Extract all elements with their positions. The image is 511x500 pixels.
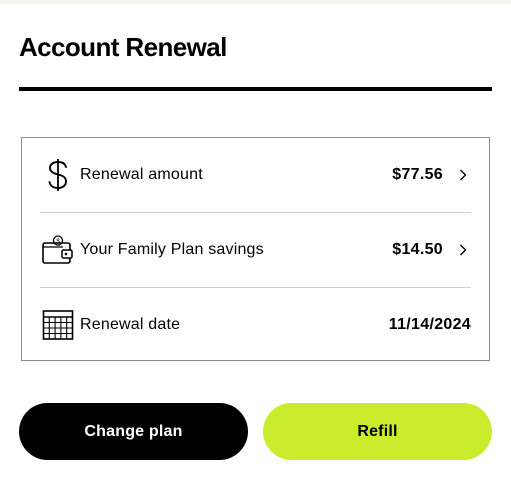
change-plan-button[interactable]: Change plan <box>19 403 248 460</box>
refill-button[interactable]: Refill <box>263 403 492 460</box>
chevron-right-icon <box>455 169 471 181</box>
wallet-icon: $ <box>40 232 76 268</box>
dollar-sign-icon <box>40 157 76 193</box>
chevron-right-icon <box>455 244 471 256</box>
family-plan-savings-row[interactable]: $ Your Family Plan savings $14.50 <box>40 213 471 287</box>
renewal-amount-row[interactable]: Renewal amount $77.56 <box>40 138 471 212</box>
top-strip <box>0 0 511 4</box>
renewal-amount-value: $77.56 <box>392 166 443 183</box>
renewal-amount-label: Renewal amount <box>80 166 203 183</box>
page-title: Account Renewal <box>19 32 227 62</box>
title-divider <box>19 87 492 91</box>
renewal-summary-card: Renewal amount $77.56 $ Your Family Plan… <box>21 137 490 361</box>
family-plan-savings-value: $14.50 <box>392 241 443 258</box>
calendar-icon <box>40 307 76 343</box>
family-plan-savings-label: Your Family Plan savings <box>80 241 264 258</box>
renewal-date-value: 11/14/2024 <box>388 316 471 333</box>
renewal-date-label: Renewal date <box>80 316 181 333</box>
renewal-date-row: Renewal date 11/14/2024 <box>40 288 471 362</box>
